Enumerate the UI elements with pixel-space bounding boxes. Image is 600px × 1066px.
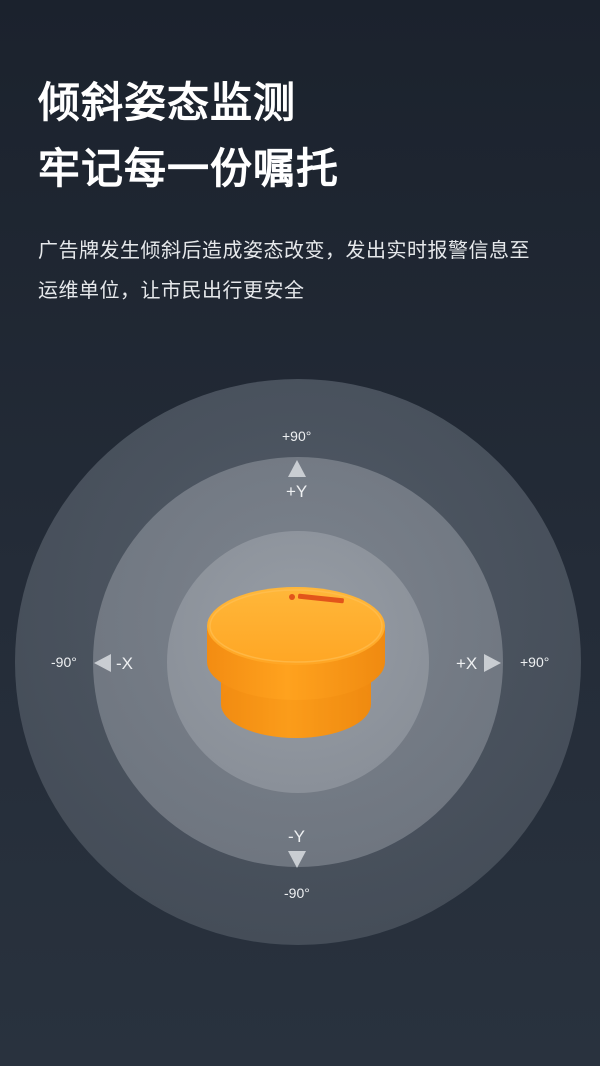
y-positive-degree-label: +90° bbox=[282, 428, 312, 444]
headline-line-2: 牢记每一份嘱托 bbox=[38, 144, 340, 193]
down-arrow-icon bbox=[288, 851, 306, 868]
y-negative-degree-label: -90° bbox=[284, 885, 310, 901]
y-positive-axis-label: +Y bbox=[286, 482, 308, 501]
headline: 倾斜姿态监测 牢记每一份嘱托 bbox=[38, 70, 339, 202]
left-arrow-icon bbox=[94, 654, 111, 672]
tilt-sensor-device-image bbox=[207, 587, 385, 738]
up-arrow-icon bbox=[288, 460, 306, 477]
headline-line-1: 倾斜姿态监测 bbox=[38, 78, 297, 127]
x-negative-degree-label: -90° bbox=[51, 654, 77, 670]
right-arrow-icon bbox=[484, 654, 501, 672]
description-line-1: 广告牌发生倾斜后造成姿态改变，发出实时报警信息至 bbox=[38, 238, 530, 262]
device-cap-top bbox=[207, 587, 385, 665]
device-logo-dot bbox=[289, 594, 295, 600]
description-line-2: 运维单位，让市民出行更安全 bbox=[38, 278, 305, 302]
description: 广告牌发生倾斜后造成姿态改变，发出实时报警信息至 运维单位，让市民出行更安全 bbox=[38, 230, 578, 310]
y-negative-axis-label: -Y bbox=[288, 827, 305, 846]
x-negative-axis-label: -X bbox=[116, 654, 133, 673]
x-positive-degree-label: +90° bbox=[520, 654, 550, 670]
x-positive-axis-label: +X bbox=[456, 654, 478, 673]
